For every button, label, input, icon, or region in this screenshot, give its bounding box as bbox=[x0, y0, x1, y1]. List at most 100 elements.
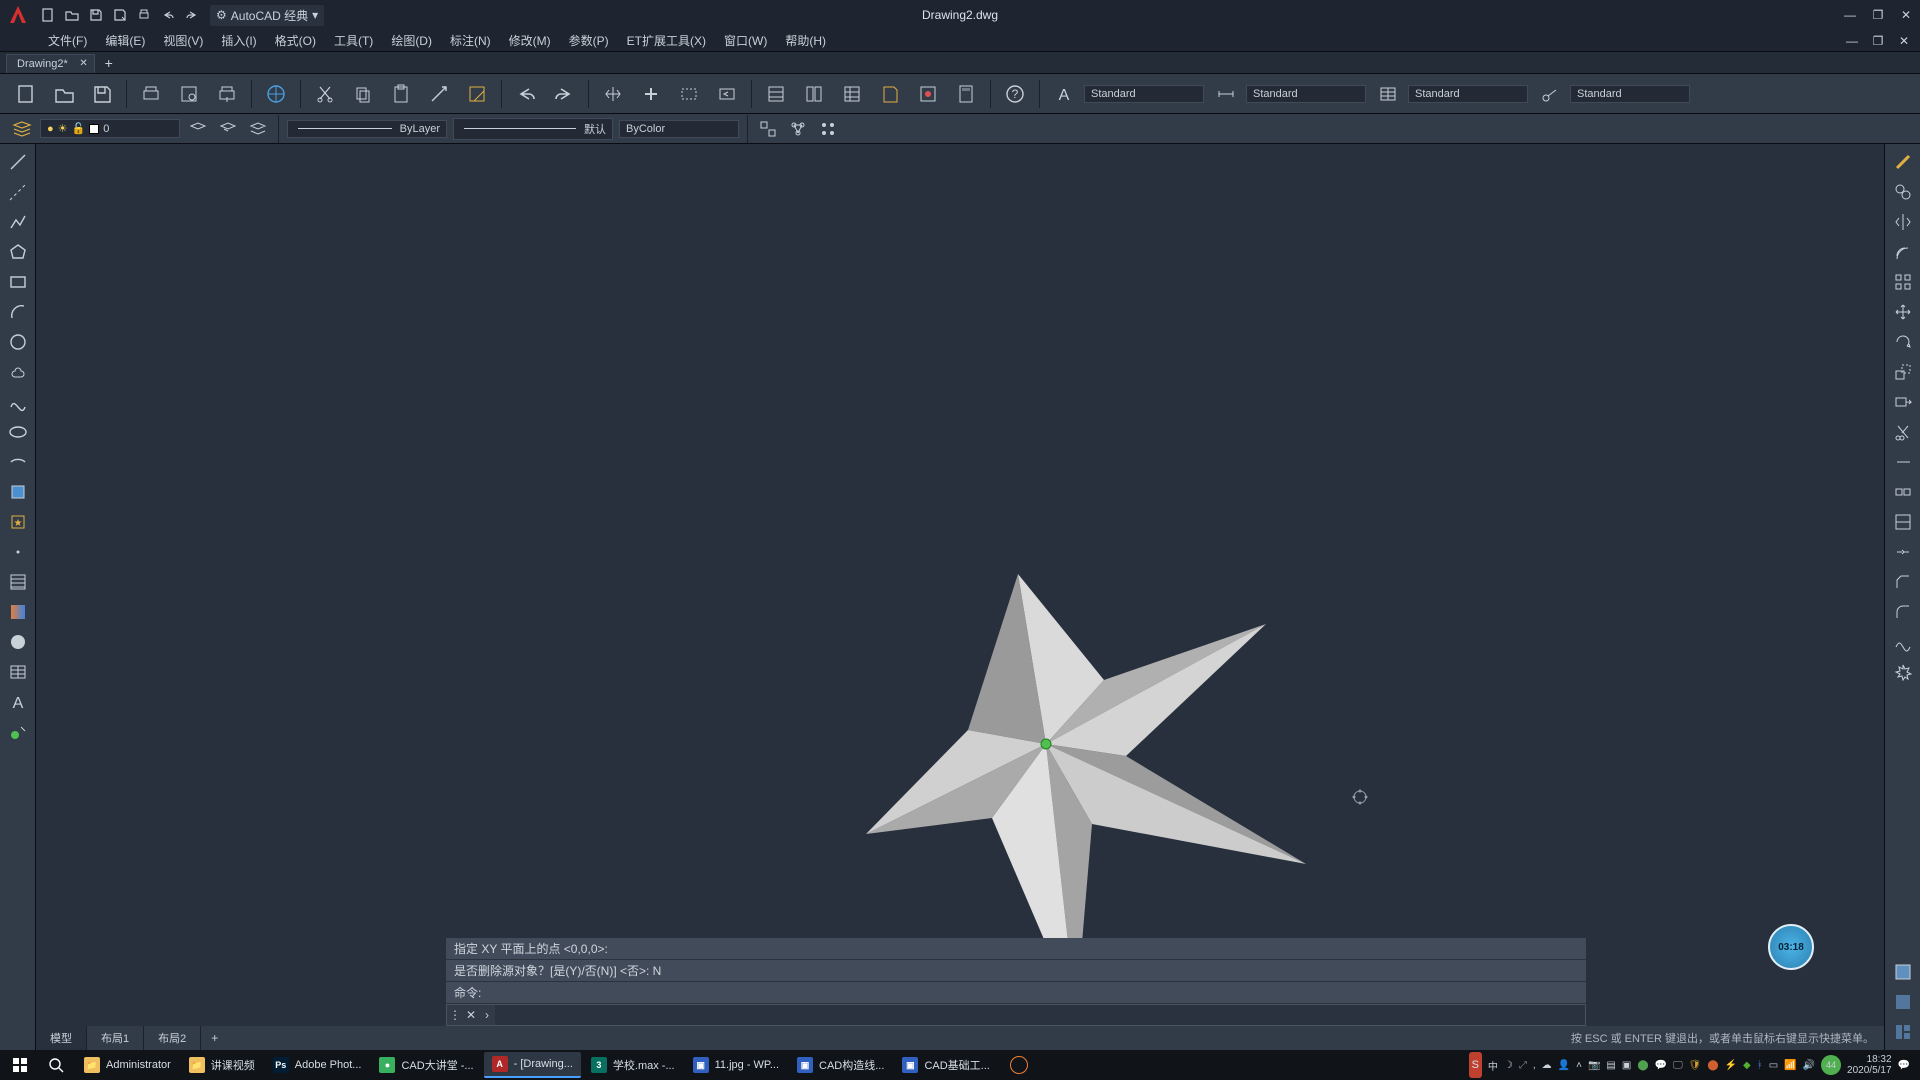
gradient-icon[interactable] bbox=[3, 598, 33, 626]
text-style-icon[interactable]: A bbox=[1048, 78, 1080, 110]
saveas-icon[interactable] bbox=[110, 5, 130, 25]
revcloud-icon[interactable] bbox=[3, 358, 33, 386]
menu-parametric[interactable]: 参数(P) bbox=[569, 32, 609, 49]
point-icon[interactable] bbox=[3, 538, 33, 566]
menu-format[interactable]: 格式(O) bbox=[275, 32, 316, 49]
plot-preview-icon[interactable] bbox=[173, 78, 205, 110]
taskbar-app-button[interactable]: ●CAD大讲堂 -... bbox=[371, 1052, 481, 1078]
battery-icon[interactable]: ▭ bbox=[1769, 1060, 1778, 1071]
markup-icon[interactable] bbox=[912, 78, 944, 110]
clock[interactable]: 18:32 2020/5/17 bbox=[1847, 1054, 1892, 1076]
search-button[interactable] bbox=[40, 1052, 72, 1078]
mirror-icon[interactable] bbox=[1888, 208, 1918, 236]
tray-icon[interactable]: ⤢ bbox=[1519, 1060, 1527, 1071]
doc-close-button[interactable]: ✕ bbox=[1894, 31, 1914, 51]
paste-icon[interactable] bbox=[385, 78, 417, 110]
zoom-window-icon[interactable] bbox=[673, 78, 705, 110]
minimize-button[interactable]: — bbox=[1840, 5, 1860, 25]
moon-icon[interactable]: ☽ bbox=[1504, 1060, 1513, 1071]
trim-icon[interactable] bbox=[1888, 418, 1918, 446]
viewport-config-icon[interactable] bbox=[1888, 958, 1918, 986]
doc-minimize-button[interactable]: — bbox=[1842, 31, 1862, 51]
nvidia-icon[interactable]: ◆ bbox=[1743, 1060, 1751, 1071]
plot-icon[interactable] bbox=[135, 78, 167, 110]
start-button[interactable] bbox=[4, 1052, 36, 1078]
print-icon[interactable] bbox=[134, 5, 154, 25]
layout-tab-1[interactable]: 布局1 bbox=[87, 1026, 144, 1050]
match-properties-icon[interactable] bbox=[423, 78, 455, 110]
screenshot-icon[interactable]: 📷 bbox=[1588, 1060, 1600, 1071]
region-icon[interactable] bbox=[3, 628, 33, 656]
mleader-style-icon[interactable] bbox=[1534, 78, 1566, 110]
group-edit-icon[interactable] bbox=[816, 117, 840, 141]
mleader-style-dropdown[interactable]: Standard bbox=[1570, 85, 1690, 103]
design-center-icon[interactable] bbox=[798, 78, 830, 110]
tray-icon[interactable]: ⬤ bbox=[1707, 1060, 1718, 1071]
add-tab-button[interactable]: + bbox=[99, 55, 119, 73]
viewport-multi-icon[interactable] bbox=[1888, 1018, 1918, 1046]
bluetooth-icon[interactable]: ᚼ bbox=[1757, 1060, 1763, 1071]
hatch-icon[interactable] bbox=[3, 568, 33, 596]
polygon-icon[interactable] bbox=[3, 238, 33, 266]
workspace-dropdown[interactable]: ⚙ AutoCAD 经典 ▾ bbox=[210, 5, 324, 26]
menu-ettools[interactable]: ET扩展工具(X) bbox=[627, 32, 706, 49]
command-input[interactable] bbox=[495, 1005, 1585, 1025]
layout-tab-model[interactable]: 模型 bbox=[36, 1026, 87, 1050]
erase-icon[interactable] bbox=[1888, 148, 1918, 176]
close-tab-icon[interactable]: ✕ bbox=[79, 58, 87, 69]
viewport-single-icon[interactable] bbox=[1888, 988, 1918, 1016]
menu-dimension[interactable]: 标注(N) bbox=[450, 32, 491, 49]
menu-modify[interactable]: 修改(M) bbox=[509, 32, 551, 49]
redo-icon[interactable] bbox=[182, 5, 202, 25]
menu-draw[interactable]: 绘图(D) bbox=[391, 32, 432, 49]
power-icon[interactable]: ⚡ bbox=[1725, 1060, 1737, 1071]
copy-tool-icon[interactable] bbox=[1888, 178, 1918, 206]
undo-icon[interactable] bbox=[158, 5, 178, 25]
chamfer-icon[interactable] bbox=[1888, 568, 1918, 596]
ellipse-icon[interactable] bbox=[3, 418, 33, 446]
stretch-icon[interactable] bbox=[1888, 388, 1918, 416]
search-circle-button[interactable] bbox=[1002, 1052, 1036, 1078]
save-file-icon[interactable] bbox=[86, 78, 118, 110]
open-file-icon[interactable] bbox=[48, 78, 80, 110]
security-icon[interactable]: 🛡 bbox=[1689, 1060, 1702, 1071]
ime-s-icon[interactable]: S bbox=[1469, 1052, 1482, 1078]
lineweight-dropdown[interactable]: 默认 bbox=[453, 118, 613, 140]
layer-isolate-icon[interactable] bbox=[246, 117, 270, 141]
table-style-dropdown[interactable]: Standard bbox=[1408, 85, 1528, 103]
new-file-icon[interactable] bbox=[10, 78, 42, 110]
tool-palettes-icon[interactable] bbox=[836, 78, 868, 110]
document-tab[interactable]: Drawing2* ✕ bbox=[6, 54, 95, 73]
web-icon[interactable] bbox=[260, 78, 292, 110]
blend-icon[interactable] bbox=[1888, 628, 1918, 656]
fillet-icon[interactable] bbox=[1888, 598, 1918, 626]
layer-dropdown[interactable]: ● ☀ 🔓 0 bbox=[40, 119, 180, 138]
taskbar-app-button[interactable]: 📁讲课视频 bbox=[181, 1052, 263, 1078]
group-icon[interactable] bbox=[756, 117, 780, 141]
tray-icon[interactable]: ⬤ bbox=[1637, 1060, 1648, 1071]
notification-icon[interactable]: 💬 bbox=[1898, 1060, 1910, 1071]
table-icon[interactable] bbox=[3, 658, 33, 686]
pan-icon[interactable] bbox=[597, 78, 629, 110]
layer-properties-icon[interactable] bbox=[10, 117, 34, 141]
taskbar-app-button[interactable]: ▣CAD构造线... bbox=[789, 1052, 892, 1078]
extend-icon[interactable] bbox=[1888, 448, 1918, 476]
menu-edit[interactable]: 编辑(E) bbox=[105, 32, 145, 49]
spline-icon[interactable] bbox=[3, 388, 33, 416]
close-button[interactable]: ✕ bbox=[1896, 5, 1916, 25]
tray-icon[interactable]: ▣ bbox=[1622, 1060, 1631, 1071]
polyline-icon[interactable] bbox=[3, 208, 33, 236]
menu-help[interactable]: 帮助(H) bbox=[785, 32, 826, 49]
text-style-dropdown[interactable]: Standard bbox=[1084, 85, 1204, 103]
explode-icon[interactable] bbox=[1888, 658, 1918, 686]
join-icon[interactable] bbox=[1888, 538, 1918, 566]
array-icon[interactable] bbox=[1888, 268, 1918, 296]
open-icon[interactable] bbox=[62, 5, 82, 25]
cloud-icon[interactable]: ☁ bbox=[1542, 1060, 1552, 1071]
linetype-dropdown[interactable]: ByLayer bbox=[287, 120, 447, 138]
taskbar-app-button[interactable]: PsAdobe Phot... bbox=[265, 1052, 370, 1078]
redo-button[interactable] bbox=[548, 78, 580, 110]
menu-tools[interactable]: 工具(T) bbox=[334, 32, 373, 49]
user-icon[interactable]: 👤 bbox=[1558, 1060, 1570, 1071]
offset-icon[interactable] bbox=[1888, 238, 1918, 266]
